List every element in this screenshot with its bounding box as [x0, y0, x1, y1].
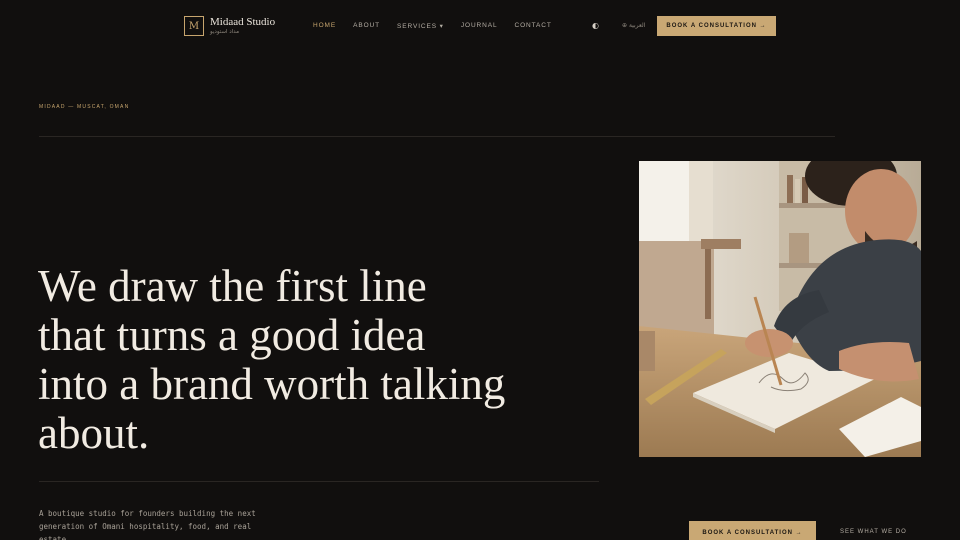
nav-item-journal[interactable]: JOURNAL: [461, 22, 498, 30]
hero-headline: We draw the first line that turns a good…: [38, 262, 608, 458]
theme-toggle-icon[interactable]: ◐: [592, 21, 599, 30]
divider: [39, 136, 835, 137]
divider: [39, 481, 599, 482]
nav-item-services[interactable]: SERVICES ▾: [397, 22, 444, 30]
language-switch[interactable]: ⊕ العربية: [622, 22, 645, 29]
nav-item-home[interactable]: HOME: [313, 22, 336, 30]
nav-item-about[interactable]: ABOUT: [353, 22, 380, 30]
logo-arabic-name: مداد استوديو: [210, 28, 240, 35]
nav-item-contact[interactable]: CONTACT: [514, 22, 551, 30]
headline-line: about.: [38, 408, 150, 458]
headline-line: that turns a good idea: [38, 310, 426, 360]
logo-name: Midaad Studio: [210, 15, 276, 28]
hero-photo: [639, 161, 921, 457]
hero-eyebrow: MIDAAD — MUSCAT, OMAN: [39, 104, 130, 110]
hero-description: A boutique studio for founders building …: [39, 509, 256, 540]
site-logo[interactable]: M Midaad Studio مداد استوديو: [184, 16, 275, 36]
main-nav: HOME ABOUT SERVICES ▾ JOURNAL CONTACT: [313, 22, 569, 30]
logo-mark: M: [184, 16, 204, 36]
headline-line: into a brand worth talking: [38, 359, 506, 409]
see-what-we-do-link[interactable]: SEE WHAT WE DO: [840, 529, 907, 535]
book-consultation-button[interactable]: BOOK A CONSULTATION →: [657, 16, 776, 36]
headline-line: We draw the first line: [38, 261, 427, 311]
hero-book-consultation-button[interactable]: BOOK A CONSULTATION →: [689, 521, 816, 540]
